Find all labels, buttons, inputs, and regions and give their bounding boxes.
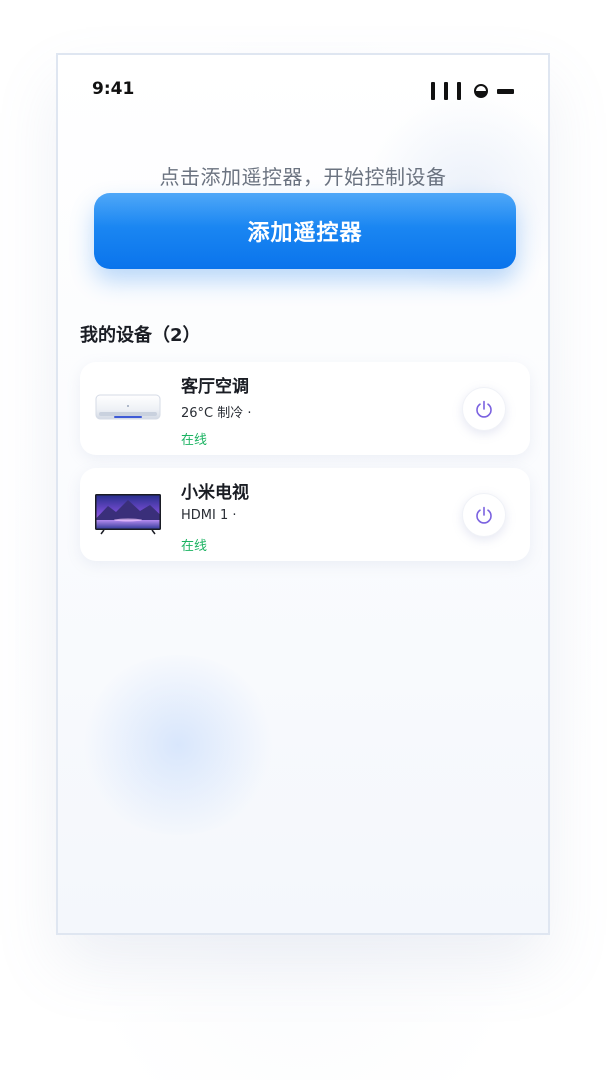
status-bar: 9:41 xyxy=(58,55,548,125)
signal-bar xyxy=(444,82,448,100)
device-online-status: 在线 xyxy=(181,539,208,554)
screen-background: 9:41 点击添加遥控器，开始控制设备 添加遥控器 我的设备（2） 客厅空调 2… xyxy=(0,0,607,1080)
signal-icon xyxy=(431,82,461,100)
power-icon xyxy=(476,506,492,524)
signal-bar xyxy=(431,82,435,100)
my-devices-title: 我的设备（2） xyxy=(80,325,201,346)
background-glow-bottom xyxy=(78,655,278,835)
device-state: 26°C 制冷 · xyxy=(181,406,252,421)
add-remote-button[interactable]: 添加遥控器 xyxy=(94,193,516,269)
device-card-television[interactable]: 小米电视 HDMI 1 · 在线 xyxy=(80,468,530,561)
add-remote-hint: 点击添加遥控器，开始控制设备 xyxy=(159,165,447,189)
air-conditioner-icon xyxy=(95,394,161,420)
power-button[interactable] xyxy=(462,493,506,537)
device-state: HDMI 1 · xyxy=(181,508,237,523)
power-icon xyxy=(476,400,492,418)
power-button[interactable] xyxy=(462,387,506,431)
signal-bar xyxy=(457,82,461,100)
status-icons xyxy=(431,82,514,100)
wifi-icon xyxy=(474,84,488,98)
device-name: 客厅空调 xyxy=(181,377,249,397)
battery-icon xyxy=(497,88,514,94)
device-name: 小米电视 xyxy=(181,483,249,503)
device-card-air-conditioner[interactable]: 客厅空调 26°C 制冷 · 在线 xyxy=(80,362,530,455)
device-online-status: 在线 xyxy=(181,433,208,448)
phone-frame: 9:41 点击添加遥控器，开始控制设备 添加遥控器 我的设备（2） 客厅空调 2… xyxy=(56,53,550,935)
status-time: 9:41 xyxy=(92,79,135,99)
television-icon xyxy=(95,494,161,535)
